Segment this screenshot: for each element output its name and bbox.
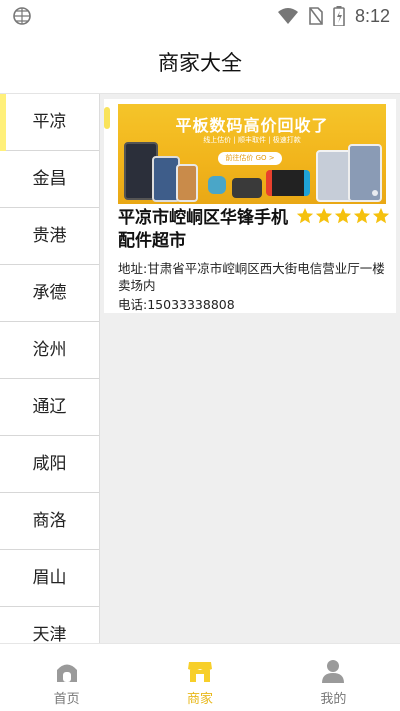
- home-icon: [56, 664, 77, 682]
- sidebar-item-tongliao[interactable]: 通辽: [0, 379, 99, 436]
- banner-button: 前往估价 GO >: [218, 152, 282, 165]
- sidebar-item-guigang[interactable]: 贵港: [0, 208, 99, 265]
- sidebar-item-xianyang[interactable]: 咸阳: [0, 436, 99, 493]
- phone-image: [176, 164, 198, 202]
- sidebar-item-cangzhou[interactable]: 沧州: [0, 322, 99, 379]
- wifi-icon: [277, 8, 298, 24]
- merchant-phone: 电话:15033338808: [118, 297, 235, 312]
- merchant-card[interactable]: 平板数码高价回收了 线上估价 | 顺丰取件 | 极速打款 前往估价 GO > 平…: [104, 99, 396, 313]
- city-sidebar: 平凉 金昌 贵港 承德 沧州 通辽 咸阳 商洛 眉山 天津: [0, 94, 100, 643]
- page-title: 商家大全: [0, 32, 400, 94]
- console-image: [266, 170, 310, 196]
- sidebar-item-shangluo[interactable]: 商洛: [0, 493, 99, 550]
- sidebar-item-pingliang[interactable]: 平凉: [0, 94, 99, 151]
- camera-image: [232, 178, 262, 198]
- tab-home-label: 首页: [53, 692, 80, 707]
- bottom-tab-bar: 首页 商家 我的: [0, 643, 400, 711]
- globe-icon: [13, 7, 31, 25]
- carousel-dot: [372, 190, 378, 196]
- sidebar-item-meishan[interactable]: 眉山: [0, 550, 99, 607]
- star-icon: [372, 207, 390, 224]
- star-icon: [334, 207, 352, 224]
- star-icon: [353, 207, 371, 224]
- merchant-address: 地址:甘肃省平凉市崆峒区西大街电信营业厅一楼卖场内: [118, 261, 385, 293]
- user-icon: [322, 660, 345, 683]
- tab-profile[interactable]: 我的: [267, 644, 400, 711]
- rating-stars: [296, 207, 390, 225]
- status-time: 8:12: [354, 5, 390, 26]
- star-icon: [296, 207, 314, 224]
- tab-shop-label: 商家: [186, 692, 213, 707]
- merchant-name: 平凉市崆峒区华锋手机配件超市: [118, 208, 288, 251]
- battery-icon: [333, 6, 345, 26]
- tab-home[interactable]: 首页: [0, 644, 133, 711]
- tab-shop[interactable]: 商家: [133, 644, 266, 711]
- banner-subtitle: 线上估价 | 顺丰取件 | 极速打款: [203, 136, 301, 144]
- sidebar-item-chengde[interactable]: 承德: [0, 265, 99, 322]
- banner-title: 平板数码高价回收了: [175, 116, 329, 135]
- no-sim-icon: [309, 7, 323, 25]
- status-bar: 8:12: [0, 0, 400, 32]
- tab-profile-label: 我的: [320, 692, 347, 707]
- card-accent: [104, 107, 110, 129]
- sidebar-item-jinchang[interactable]: 金昌: [0, 151, 99, 208]
- merchant-list: 平板数码高价回收了 线上估价 | 顺丰取件 | 极速打款 前往估价 GO > 平…: [100, 94, 400, 643]
- merchant-banner-image: 平板数码高价回收了 线上估价 | 顺丰取件 | 极速打款 前往估价 GO >: [118, 104, 386, 204]
- sidebar-item-tianjin[interactable]: 天津: [0, 607, 99, 643]
- shop-icon: [187, 662, 212, 682]
- watch-image: [208, 176, 226, 194]
- star-icon: [315, 207, 333, 224]
